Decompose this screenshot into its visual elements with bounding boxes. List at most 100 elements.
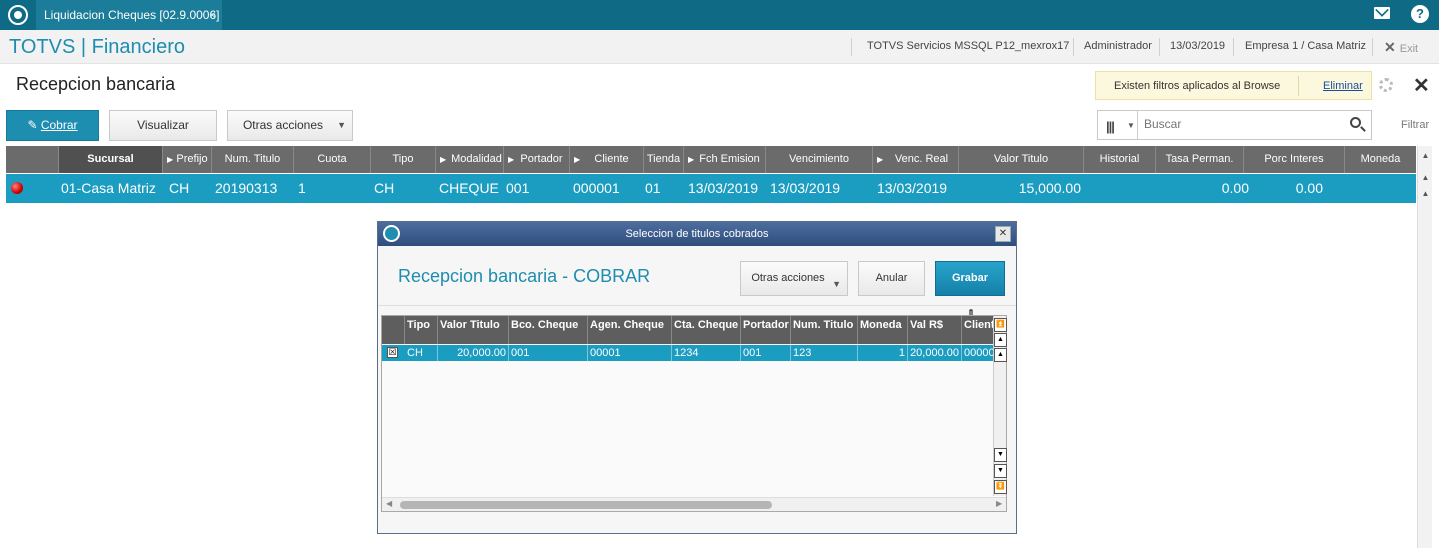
column-header-sucursal[interactable]: Sucursal xyxy=(59,146,163,173)
dialog-otras-acciones-button[interactable]: Otras acciones ▼ xyxy=(740,261,848,296)
header-divider xyxy=(1233,38,1234,56)
dialog-title: Seleccion de titulos cobrados xyxy=(625,228,769,240)
cobrar-button[interactable]: ✎ Cobrar xyxy=(6,110,99,141)
grabar-button[interactable]: Grabar xyxy=(935,261,1005,296)
cell-valor-titulo: 20,000.00 xyxy=(438,345,509,361)
anular-button[interactable]: Anular xyxy=(858,261,925,296)
totvs-logo-icon xyxy=(383,225,400,242)
filter-notice-text: Existen filtros aplicados al Browse xyxy=(1114,80,1281,92)
cell-cliente: 000001 xyxy=(573,180,620,196)
scroll-top-icon[interactable]: ▲ xyxy=(1418,148,1433,163)
column-header-portador[interactable]: Portador xyxy=(741,316,791,344)
column-header-venc-real[interactable]: ▶ Venc. Real xyxy=(873,146,959,173)
close-icon[interactable]: ✕ xyxy=(1413,73,1430,98)
triangle-right-icon: ▶ xyxy=(508,155,515,164)
column-header-historial[interactable]: Historial xyxy=(1084,146,1156,173)
cell-fch-emision: 13/03/2019 xyxy=(688,180,759,196)
totvs-logo-icon[interactable] xyxy=(8,5,28,25)
scroll-page-up-icon[interactable]: ▲ xyxy=(1418,170,1433,185)
search-icon[interactable] xyxy=(1350,117,1361,128)
column-header-valor-titulo[interactable]: Valor Titulo xyxy=(438,316,509,344)
column-header-cta-cheque[interactable]: Cta. Cheque xyxy=(672,316,741,344)
otras-acciones-button[interactable]: Otras acciones ▼ xyxy=(227,110,353,141)
column-header-num-titulo[interactable]: Num. Titulo xyxy=(791,316,858,344)
column-header-modalidad[interactable]: ▶ Modalidad xyxy=(436,146,504,173)
header-divider xyxy=(1159,38,1160,56)
scroll-up-icon[interactable]: ▲ xyxy=(994,348,1007,362)
header-divider xyxy=(1372,38,1373,56)
scroll-right-icon[interactable]: ▶ xyxy=(996,499,1002,508)
column-header-tienda[interactable]: Tienda xyxy=(644,146,684,173)
column-header-bco-cheque[interactable]: Bco. Cheque xyxy=(509,316,588,344)
dialog-close-button[interactable]: ✕ xyxy=(995,226,1011,242)
cell-prefijo: CH xyxy=(169,180,190,196)
column-header-cliente[interactable]: ▶ Cliente xyxy=(570,146,644,173)
dialog-title-bar: Seleccion de titulos cobrados ✕ xyxy=(378,222,1016,246)
column-header-cliente[interactable]: Client xyxy=(962,316,993,344)
triangle-right-icon: ▶ xyxy=(688,155,695,164)
column-header-porc-interes[interactable]: Porc Interes xyxy=(1244,146,1345,173)
search-input[interactable] xyxy=(1144,117,1334,131)
grid-vertical-scrollbar[interactable]: ⏫ ▲ ▲ ▼ ▼ ⏬ xyxy=(993,316,1007,496)
column-header-tipo[interactable]: Tipo xyxy=(405,316,438,344)
scroll-page-down-icon[interactable]: ▼ xyxy=(994,464,1007,478)
dialog-heading: Recepcion bancaria - COBRAR xyxy=(398,266,651,286)
cell-moneda: 1 xyxy=(858,345,908,361)
table-row[interactable]: ☒ CH 20,000.00 001 00001 1234 001 123 1 … xyxy=(382,345,993,361)
exit-button[interactable]: ✕ Exit xyxy=(1384,39,1418,56)
browse-scrollbar[interactable]: ▲ ▲ ▲ xyxy=(1417,146,1432,548)
column-header-label: Modalidad xyxy=(451,153,502,165)
page-title: Recepcion bancaria xyxy=(16,74,176,94)
mail-icon[interactable] xyxy=(1374,7,1390,19)
tab-liquidacion-cheques[interactable]: Liquidacion Cheques [02.9.0006] × xyxy=(36,0,222,30)
cell-cliente: 00000 xyxy=(964,347,993,359)
tab-close-icon[interactable]: × xyxy=(209,0,216,30)
column-header-tipo[interactable]: Tipo xyxy=(371,146,436,173)
filtrar-link[interactable]: Filtrar xyxy=(1401,119,1429,131)
chevron-down-icon: ▼ xyxy=(337,120,346,130)
column-header-valor-titulo[interactable]: Valor Titulo xyxy=(959,146,1084,173)
column-header-prefijo[interactable]: ▶ Prefijo xyxy=(163,146,212,173)
column-header-vencimiento[interactable]: Vencimiento xyxy=(766,146,873,173)
titulos-grid: Tipo Valor Titulo Bco. Cheque Agen. Cheq… xyxy=(381,315,1007,512)
cell-valor-titulo: 15,000.00 xyxy=(1018,180,1081,196)
date-label: 13/03/2019 xyxy=(1170,40,1226,52)
cell-vencimiento: 13/03/2019 xyxy=(770,180,841,196)
gear-icon[interactable] xyxy=(1379,78,1393,92)
column-header-moneda[interactable]: Moneda xyxy=(1345,146,1416,173)
grid-header: Tipo Valor Titulo Bco. Cheque Agen. Cheq… xyxy=(382,316,993,344)
column-header-portador[interactable]: ▶ Portador xyxy=(504,146,570,173)
scroll-down-icon[interactable]: ▼ xyxy=(994,448,1007,462)
column-header-tasa-perman[interactable]: Tasa Perman. xyxy=(1156,146,1244,173)
table-row[interactable]: 01-Casa Matriz CH 20190313 1 CH CHEQUE 0… xyxy=(6,174,1416,203)
triangle-right-icon: ▶ xyxy=(877,155,884,164)
user-label: Administrador xyxy=(1084,40,1152,52)
scroll-up-icon[interactable]: ▲ xyxy=(1418,186,1433,201)
scroll-page-up-icon[interactable]: ▲ xyxy=(994,333,1007,347)
close-icon: ✕ xyxy=(1384,39,1396,55)
pencil-icon: ✎ xyxy=(27,118,41,132)
scrollbar-thumb[interactable] xyxy=(400,501,772,509)
environment-label: TOTVS Servicios MSSQL P12_mexrox17 xyxy=(867,40,1070,52)
otras-acciones-label: Otras acciones xyxy=(242,118,324,132)
help-icon[interactable]: ? xyxy=(1411,5,1429,23)
grid-horizontal-scrollbar[interactable]: ◀ ▶ xyxy=(382,497,1006,511)
cell-cta-cheque: 1234 xyxy=(672,345,741,361)
filter-clear-link[interactable]: Eliminar xyxy=(1323,80,1363,92)
column-header-label: Prefijo xyxy=(176,153,208,165)
column-header-agen-cheque[interactable]: Agen. Cheque xyxy=(588,316,672,344)
column-header-moneda[interactable]: Moneda xyxy=(858,316,908,344)
row-checkbox[interactable]: ☒ xyxy=(387,347,398,358)
column-header-fch-emision[interactable]: ▶ Fch Emision xyxy=(684,146,766,173)
column-header-num-titulo[interactable]: Num. Titulo xyxy=(212,146,294,173)
scroll-bottom-icon[interactable]: ⏬ xyxy=(994,480,1007,494)
column-header-label: Fch Emision xyxy=(699,153,760,165)
cell-tipo: CH xyxy=(374,180,395,196)
visualizar-button[interactable]: Visualizar xyxy=(109,110,217,141)
scroll-top-icon[interactable]: ⏫ xyxy=(994,318,1007,332)
chevron-down-icon: ▼ xyxy=(832,279,841,289)
columns-selector[interactable]: ||| ▼ xyxy=(1098,111,1138,139)
column-header-val-rs[interactable]: Val R$ xyxy=(908,316,962,344)
column-header-cuota[interactable]: Cuota xyxy=(294,146,371,173)
scroll-left-icon[interactable]: ◀ xyxy=(386,499,392,508)
